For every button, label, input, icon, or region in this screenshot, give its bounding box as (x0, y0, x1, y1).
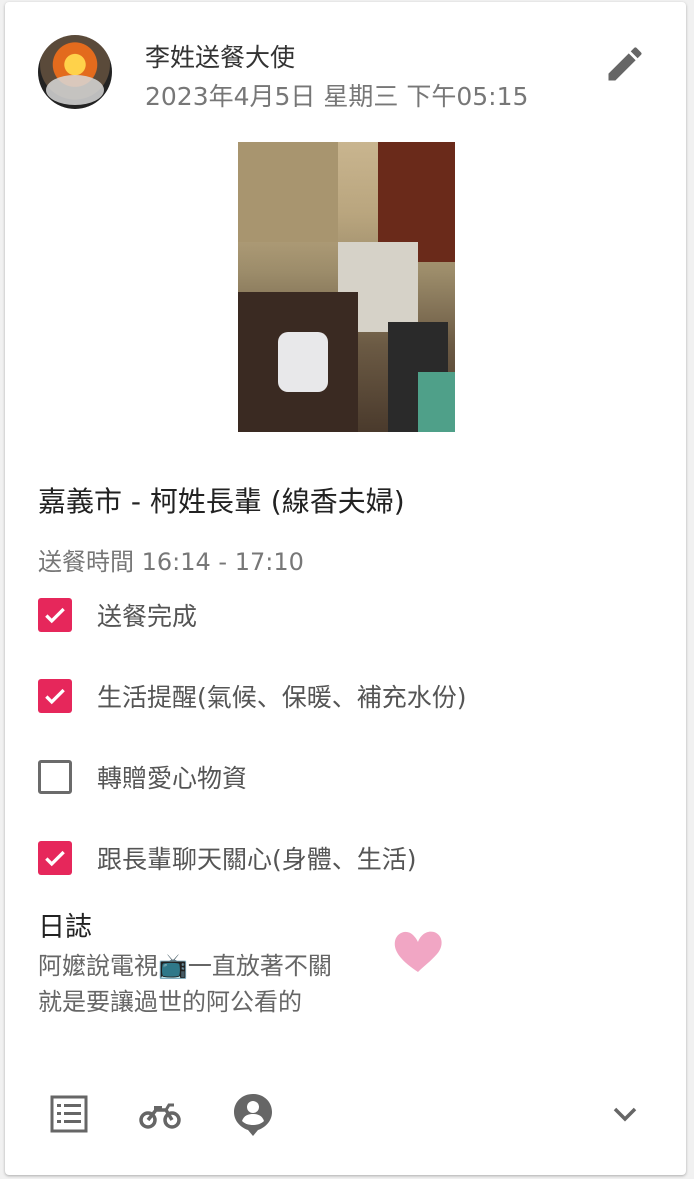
checklist-label: 跟長輩聊天關心(身體、生活) (97, 845, 417, 874)
pencil-icon (608, 47, 642, 81)
list-icon (50, 1095, 88, 1133)
checkbox[interactable] (38, 679, 72, 713)
motorcycle-icon (139, 1103, 181, 1129)
post-photo[interactable] (238, 142, 455, 432)
checkmark-icon (45, 688, 65, 705)
delivery-button[interactable] (136, 1090, 184, 1138)
profile-button[interactable] (229, 1090, 277, 1138)
avatar-image (46, 75, 104, 105)
person-pin-icon (234, 1094, 272, 1136)
heart-icon (394, 931, 442, 972)
author-name: 李姓送餐大使 (145, 43, 296, 72)
delivery-time: 送餐時間 16:14 - 17:10 (38, 548, 304, 576)
checklist-label: 送餐完成 (97, 602, 198, 631)
checklist-label: 轉贈愛心物資 (97, 764, 248, 793)
post-card: 李姓送餐大使 2023年4月5日 星期三 下午05:15 嘉義市 - 柯姓長輩 … (5, 2, 686, 1175)
checkmark-icon (45, 850, 65, 867)
checkbox[interactable] (38, 598, 72, 632)
checkbox[interactable] (38, 760, 72, 794)
list-button[interactable] (45, 1090, 93, 1138)
log-title: 日誌 (38, 912, 92, 943)
checkmark-icon (45, 607, 65, 624)
checklist-item[interactable]: 送餐完成 (38, 597, 197, 633)
post-title: 嘉義市 - 柯姓長輩 (線香夫婦) (38, 485, 405, 518)
avatar[interactable] (38, 35, 112, 109)
log-line: 阿嬤說電視📺一直放著不關 (38, 952, 332, 980)
checklist-item[interactable]: 跟長輩聊天關心(身體、生活) (38, 840, 417, 876)
checklist-label: 生活提醒(氣候、保暖、補充水份) (97, 683, 467, 712)
chevron-down-icon (613, 1107, 637, 1122)
log-line: 就是要讓過世的阿公看的 (38, 988, 302, 1016)
checkbox[interactable] (38, 841, 72, 875)
checklist-item[interactable]: 轉贈愛心物資 (38, 759, 247, 795)
expand-button[interactable] (601, 1090, 649, 1138)
log-text: 阿嬤說電視📺一直放著不關 就是要讓過世的阿公看的 (38, 948, 332, 1020)
edit-button[interactable] (603, 42, 647, 86)
checklist-item[interactable]: 生活提醒(氣候、保暖、補充水份) (38, 678, 467, 714)
post-date: 2023年4月5日 星期三 下午05:15 (145, 82, 529, 111)
